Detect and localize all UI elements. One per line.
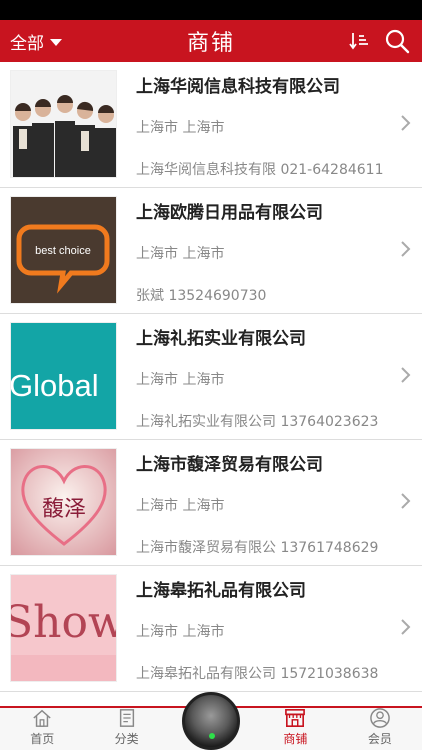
chevron-right-icon: [401, 367, 411, 383]
shop-city: 上海市 上海市: [136, 120, 225, 136]
shop-thumbnail: best choice: [10, 196, 117, 304]
shop-contact: 张斌 13524690730: [136, 288, 267, 304]
chevron-right-icon: [401, 115, 411, 131]
home-icon: [33, 709, 51, 727]
caret-down-icon: [50, 38, 62, 46]
shop-name: 上海礼拓实业有限公司: [136, 329, 306, 349]
shop-contact: 上海华阅信息科技有限 021-64284611: [136, 162, 384, 178]
sort-icon[interactable]: [348, 30, 370, 52]
filter-label: 全部: [10, 33, 44, 54]
tab-member[interactable]: 会员: [338, 708, 422, 750]
shop-thumbnail: Global: [10, 322, 117, 430]
shop-name: 上海欧腾日用品有限公司: [136, 203, 323, 223]
shop-list-item[interactable]: 馥泽 上海市馥泽贸易有限公司 上海市 上海市 上海市馥泽贸易有限公 137617…: [0, 440, 422, 566]
shop-name: 上海市馥泽贸易有限公司: [136, 455, 323, 475]
shop-contact: 上海市馥泽贸易有限公 13761748629: [136, 540, 379, 556]
chevron-right-icon: [401, 241, 411, 257]
thumbnail-text: 馥泽: [42, 497, 86, 522]
category-icon: [119, 709, 134, 727]
tab-category[interactable]: 分类: [84, 708, 168, 750]
shop-city: 上海市 上海市: [136, 246, 225, 262]
thumbnail-text: Show: [11, 597, 117, 648]
shop-thumbnail: 馥泽: [10, 448, 117, 556]
shop-name: 上海华阅信息科技有限公司: [136, 77, 340, 97]
tab-label: 首页: [30, 732, 55, 746]
indicator-dot: [209, 733, 215, 739]
chevron-right-icon: [401, 619, 411, 635]
member-icon: [370, 708, 390, 728]
shop-list-item[interactable]: Show 上海皋拓礼品有限公司 上海市 上海市 上海皋拓礼品有限公司 15721…: [0, 566, 422, 692]
shop-city: 上海市 上海市: [136, 372, 225, 388]
status-bar: [0, 0, 422, 20]
shop-icon: [285, 709, 306, 727]
shop-list: 上海华阅信息科技有限公司 上海市 上海市 上海华阅信息科技有限 021-6428…: [0, 62, 422, 706]
shop-list-item[interactable]: Global 上海礼拓实业有限公司 上海市 上海市 上海礼拓实业有限公司 137…: [0, 314, 422, 440]
shop-city: 上海市 上海市: [136, 498, 225, 514]
tab-label: 会员: [367, 732, 392, 746]
shop-contact: 上海礼拓实业有限公司 13764023623: [136, 414, 379, 430]
thumbnail-text: Global: [11, 368, 99, 403]
top-bar: 全部 商铺: [0, 20, 422, 62]
tab-home[interactable]: 首页: [0, 708, 84, 750]
center-action-button[interactable]: [182, 692, 240, 750]
search-icon[interactable]: [384, 28, 410, 54]
tab-label: 分类: [114, 732, 139, 746]
shop-list-item[interactable]: 上海华阅信息科技有限公司 上海市 上海市 上海华阅信息科技有限 021-6428…: [0, 62, 422, 188]
chevron-right-icon: [401, 493, 411, 509]
tab-label: 商铺: [283, 732, 308, 746]
shop-thumbnail: [10, 70, 117, 178]
shop-contact: 上海皋拓礼品有限公司 15721038638: [136, 666, 379, 682]
shop-thumbnail: Show: [10, 574, 117, 682]
filter-dropdown[interactable]: 全部: [10, 20, 62, 62]
shop-name: 上海皋拓礼品有限公司: [136, 581, 306, 601]
shop-city: 上海市 上海市: [136, 624, 225, 640]
shop-list-item[interactable]: best choice 上海欧腾日用品有限公司 上海市 上海市 张斌 13524…: [0, 188, 422, 314]
thumbnail-text: best choice: [35, 245, 91, 257]
tab-shop[interactable]: 商铺: [253, 708, 337, 750]
